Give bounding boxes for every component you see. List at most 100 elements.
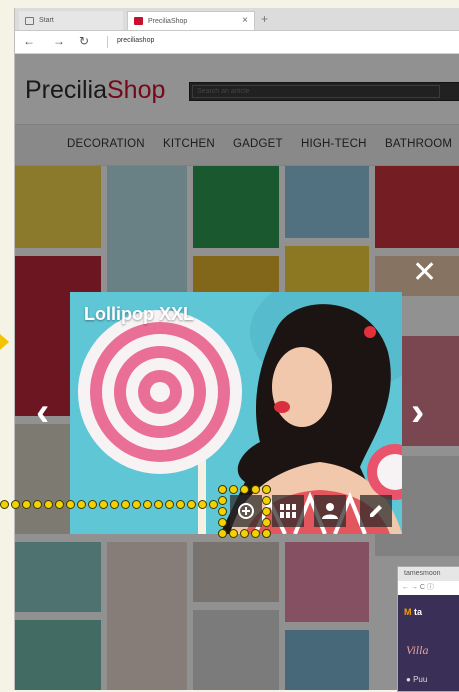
tab-bar: Start PreciliaShop × + [15,8,459,31]
chevron-left-icon: ‹ [36,390,50,434]
annotation-dot [55,500,64,509]
product-tile[interactable] [15,542,101,612]
url-field[interactable]: preciliashop [117,37,154,44]
product-tile[interactable] [375,166,459,248]
grid-view-button[interactable] [272,495,304,527]
tab-label[interactable]: tamesmoon [398,567,459,581]
tab-preciliashop[interactable]: PreciliaShop × [127,11,255,30]
product-tile[interactable] [15,166,101,248]
annotation-dot [229,485,238,494]
annotation-dot [218,496,227,505]
secondary-browser-window: tamesmoon ← → C ⓘ M ta Villa ● Puu [397,566,459,692]
annotation-dot [240,529,249,538]
annotation-dot [187,500,196,509]
annotation-dot [262,496,271,505]
back-icon[interactable]: ← [23,34,35,48]
annotation-dot [99,500,108,509]
page-icon [25,16,34,25]
annotation-dot [110,500,119,509]
annotation-dot [165,500,174,509]
divider [107,36,108,48]
product-tile[interactable] [193,610,279,690]
edit-button[interactable] [360,495,392,527]
user-button[interactable] [314,495,346,527]
annotation-dot [251,485,260,494]
search-box [189,82,459,101]
annotation-dot [132,500,141,509]
forward-icon[interactable]: → [53,34,65,48]
refresh-icon[interactable]: ↻ [79,34,89,48]
logo-initial: M [404,607,412,617]
annotation-dot [176,500,185,509]
product-tile[interactable] [285,166,369,238]
location-text: Puu [413,675,428,684]
user-icon [322,503,338,519]
address-bar: ← → ↻ preciliashop [15,31,459,54]
close-tab-icon[interactable]: × [242,15,248,26]
nav-item-bathroom[interactable]: BATHROOM [385,138,452,150]
annotation-dot [77,500,86,509]
close-lightbox-button[interactable]: ✕ [412,258,437,288]
edit-icon [370,505,382,517]
product-lightbox: Lollipop XXL [70,292,402,534]
annotation-dot [262,485,271,494]
page-heading: Villa [406,643,429,657]
location-pin-icon: ● [406,675,411,684]
shop-logo[interactable]: PreciliaShop [25,76,165,105]
grid-icon [280,504,296,518]
annotation-dot [240,485,249,494]
product-tile[interactable] [107,166,187,292]
nav-item-high-tech[interactable]: HIGH-TECH [301,138,367,150]
previous-button[interactable]: ‹ [36,392,49,432]
lightbox-title: Lollipop XXL [84,304,194,324]
annotation-dot [262,507,271,516]
annotation-dot [209,500,218,509]
next-button[interactable]: › [411,392,424,432]
logo-text: ta [414,607,423,617]
annotation-dot [121,500,130,509]
product-tile[interactable] [107,542,187,690]
annotation-dot [143,500,152,509]
annotation-dot [218,507,227,516]
nav-item-decoration[interactable]: DECORATION [67,138,145,150]
location: ● Puu [406,675,427,684]
product-tile[interactable] [193,166,279,248]
product-tile[interactable] [15,620,101,690]
annotation-arrow [0,334,9,350]
close-icon: ✕ [412,256,438,289]
annotation-dot [251,529,260,538]
product-tile[interactable] [285,542,369,622]
annotation-dot [218,529,227,538]
annotation-dot [262,529,271,538]
annotation-dot [229,529,238,538]
annotation-dot [198,500,207,509]
product-tile[interactable] [193,542,279,602]
annotation-dot [22,500,31,509]
new-tab-icon[interactable]: + [261,12,268,26]
product-tile[interactable] [193,256,279,296]
zoom-in-button[interactable] [230,495,262,527]
product-tile[interactable] [285,630,369,690]
tab-start[interactable]: Start [19,11,123,30]
annotation-dot [88,500,97,509]
annotation-dot [11,500,20,509]
address-bar: ← → C ⓘ [402,584,434,591]
annotation-dot [154,500,163,509]
annotation-dot [0,500,9,509]
logo-text-part1: Precilia [25,76,107,104]
annotation-dot [218,518,227,527]
site-header: M ta Villa ● Puu [398,595,459,691]
tab-label: Start [39,17,54,24]
zoom-in-icon [238,503,254,519]
tab-label: PreciliaShop [148,17,188,25]
site-logo[interactable]: M ta [404,607,422,617]
category-nav: DECORATION KITCHEN GADGET HIGH-TECH BATH… [15,124,459,166]
search-input[interactable] [192,85,440,98]
shop-favicon-icon [134,17,143,25]
product-tile[interactable] [285,246,369,296]
chevron-right-icon: › [411,390,425,434]
annotation-dot [33,500,42,509]
nav-item-gadget[interactable]: GADGET [233,138,283,150]
nav-item-kitchen[interactable]: KITCHEN [163,138,215,150]
annotation-dot [218,485,227,494]
